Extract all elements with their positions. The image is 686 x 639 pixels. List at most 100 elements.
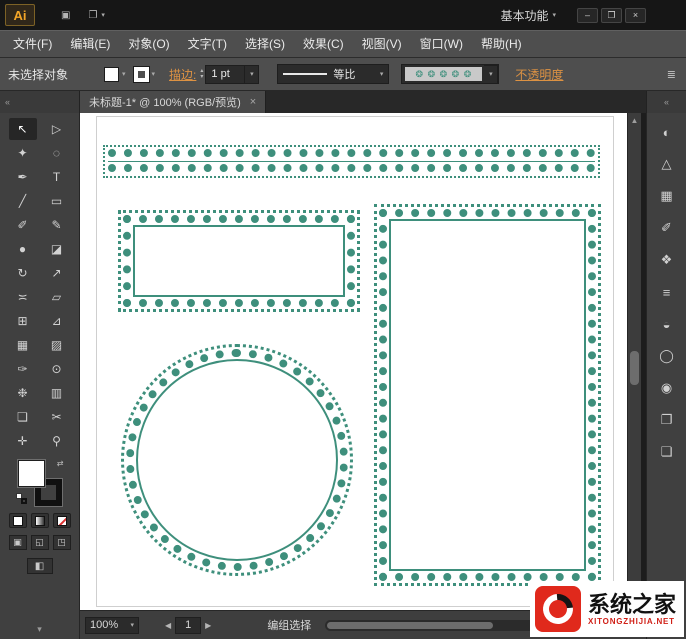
color-panel-icon[interactable]: ◐ (654, 120, 680, 144)
rectangle-tool[interactable]: ▭ (43, 190, 71, 212)
circle-ornamental-frame[interactable] (121, 344, 353, 576)
symbol-sprayer-tool[interactable]: ❉ (9, 382, 37, 404)
color-mode-row (0, 513, 79, 528)
pen-tool[interactable]: ✒ (9, 166, 37, 188)
menu-edit[interactable]: 编辑(E) (61, 31, 119, 57)
stroke-weight-dropdown[interactable]: ▾ (245, 65, 259, 84)
menu-effect[interactable]: 效果(C) (294, 31, 353, 57)
transparency-panel-icon[interactable]: ◯ (654, 344, 680, 368)
width-profile-dropdown[interactable]: 等比 ▾ (277, 64, 389, 84)
workspace-switcher[interactable]: 基本功能 ▾ (496, 6, 560, 24)
solid-color-icon (13, 516, 23, 526)
previous-artboard-icon[interactable]: ◀ (165, 621, 171, 630)
appearance-panel-icon[interactable]: ◉ (654, 376, 680, 400)
fill-color-swatch[interactable] (18, 460, 45, 487)
close-button[interactable]: × (625, 8, 646, 23)
stroke-color-dropdown[interactable]: ▾ (134, 67, 156, 82)
line-segment-tool[interactable]: ╱ (9, 190, 37, 212)
expand-dock-icon[interactable]: « (664, 97, 669, 107)
menu-object[interactable]: 对象(O) (119, 31, 178, 57)
default-stroke-mini (21, 498, 27, 504)
lasso-tool[interactable]: ◌ (43, 142, 71, 164)
rotate-tool[interactable]: ↻ (9, 262, 37, 284)
swap-fill-stroke-icon[interactable]: ⇄ (57, 460, 64, 468)
vertical-scrollbar-thumb[interactable] (630, 351, 639, 385)
menu-window[interactable]: 窗口(W) (411, 31, 472, 57)
change-screen-mode-button[interactable]: ◧ (27, 558, 53, 574)
default-fill-stroke-icon[interactable] (16, 493, 27, 504)
eyedropper-tool[interactable]: ✑ (9, 358, 37, 380)
menu-view[interactable]: 视图(V) (353, 31, 411, 57)
scroll-up-icon[interactable]: ▲ (628, 113, 641, 127)
eraser-tool[interactable]: ◪ (43, 238, 71, 260)
menu-select[interactable]: 选择(S) (236, 31, 294, 57)
minimize-button[interactable]: – (577, 8, 598, 23)
tools-expand-icon[interactable]: ▾ (0, 624, 79, 635)
horizontal-scrollbar-thumb[interactable] (327, 622, 492, 629)
stroke-panel-link[interactable]: 描边: (169, 66, 196, 83)
opacity-panel-link[interactable]: 不透明度 (515, 66, 563, 83)
stroke-weight-field[interactable]: 1 pt (205, 65, 245, 84)
menu-type[interactable]: 文字(T) (179, 31, 236, 57)
width-profile-label: 等比 (333, 66, 355, 82)
free-transform-tool[interactable]: ▱ (43, 286, 71, 308)
restore-button[interactable]: ❐ (601, 8, 622, 23)
document-tab[interactable]: 未标题-1* @ 100% (RGB/预览) × (80, 91, 266, 113)
blob-brush-tool[interactable]: ● (9, 238, 37, 260)
column-graph-tool[interactable]: ▥ (43, 382, 71, 404)
stroke-panel-icon[interactable]: ≡ (654, 280, 680, 304)
arrange-documents-button[interactable]: ❐ ▾ (84, 6, 108, 24)
artboard-tool[interactable]: ❏ (9, 406, 37, 428)
color-guide-panel-icon[interactable]: △ (654, 152, 680, 176)
fill-color-dropdown[interactable]: ▾ (104, 67, 126, 82)
shape-builder-tool[interactable]: ⊞ (9, 310, 37, 332)
ornamental-border-band[interactable] (103, 145, 600, 178)
collapse-tools-icon[interactable]: « (5, 97, 10, 107)
color-button[interactable] (9, 513, 27, 528)
brush-definition-dropdown[interactable]: ❂ ❂ ❂ ❂ ❂ ▾ (401, 64, 499, 84)
gradient-panel-icon[interactable]: ◒ (654, 312, 680, 336)
next-artboard-icon[interactable]: ▶ (205, 621, 211, 630)
control-panel-menu-icon[interactable]: ≣ (667, 68, 676, 81)
blend-tool[interactable]: ⊙ (43, 358, 71, 380)
layers-panel-icon[interactable]: ❐ (654, 408, 680, 432)
symbols-panel-icon[interactable]: ❖ (654, 248, 680, 272)
type-tool[interactable]: T (43, 166, 71, 188)
brush-dropdown-caret[interactable]: ▾ (484, 65, 498, 84)
menu-help[interactable]: 帮助(H) (472, 31, 531, 57)
draw-behind-button[interactable]: ◱ (31, 535, 49, 550)
slice-tool[interactable]: ✂ (43, 406, 71, 428)
menu-file[interactable]: 文件(F) (4, 31, 61, 57)
mesh-tool[interactable]: ▦ (9, 334, 37, 356)
width-tool[interactable]: ≍ (9, 286, 37, 308)
close-tab-icon[interactable]: × (250, 96, 256, 108)
paintbrush-tool[interactable]: ✐ (9, 214, 37, 236)
selection-tool[interactable]: ↖ (9, 118, 37, 140)
decrement-icon[interactable]: ▾ (200, 74, 203, 80)
direct-selection-tool[interactable]: ▷ (43, 118, 71, 140)
scale-tool[interactable]: ↗ (43, 262, 71, 284)
portrait-ornamental-frame[interactable] (374, 204, 601, 586)
rectangle-ornamental-frame[interactable] (118, 210, 360, 312)
artboards-panel-icon[interactable]: ❏ (654, 440, 680, 464)
gradient-tool[interactable]: ▨ (43, 334, 71, 356)
stepper-arrows[interactable]: ▴ ▾ (200, 68, 203, 80)
hand-tool[interactable]: ✛ (9, 430, 37, 452)
artboard-number-field[interactable]: 1 (175, 617, 201, 634)
perspective-grid-tool[interactable]: ⊿ (43, 310, 71, 332)
pencil-tool[interactable]: ✎ (43, 214, 71, 236)
draw-inside-button[interactable]: ◳ (53, 535, 71, 550)
title-bar: Ai ▣ ❐ ▾ 基本功能 ▾ – ❐ × (0, 0, 686, 30)
none-button[interactable] (53, 513, 71, 528)
bridge-button[interactable]: ▣ (57, 6, 74, 24)
brushes-panel-icon[interactable]: ✐ (654, 216, 680, 240)
zoom-level-dropdown[interactable]: 100% ▾ (85, 617, 139, 634)
arrange-documents-icon: ❐ (88, 10, 97, 21)
zoom-tool[interactable]: ⚲ (43, 430, 71, 452)
draw-normal-button[interactable]: ▣ (9, 535, 27, 550)
gradient-button[interactable] (31, 513, 49, 528)
magic-wand-tool[interactable]: ✦ (9, 142, 37, 164)
swatches-panel-icon[interactable]: ▦ (654, 184, 680, 208)
vertical-scrollbar[interactable]: ▲ ▼ (627, 113, 641, 610)
canvas[interactable] (80, 113, 627, 610)
